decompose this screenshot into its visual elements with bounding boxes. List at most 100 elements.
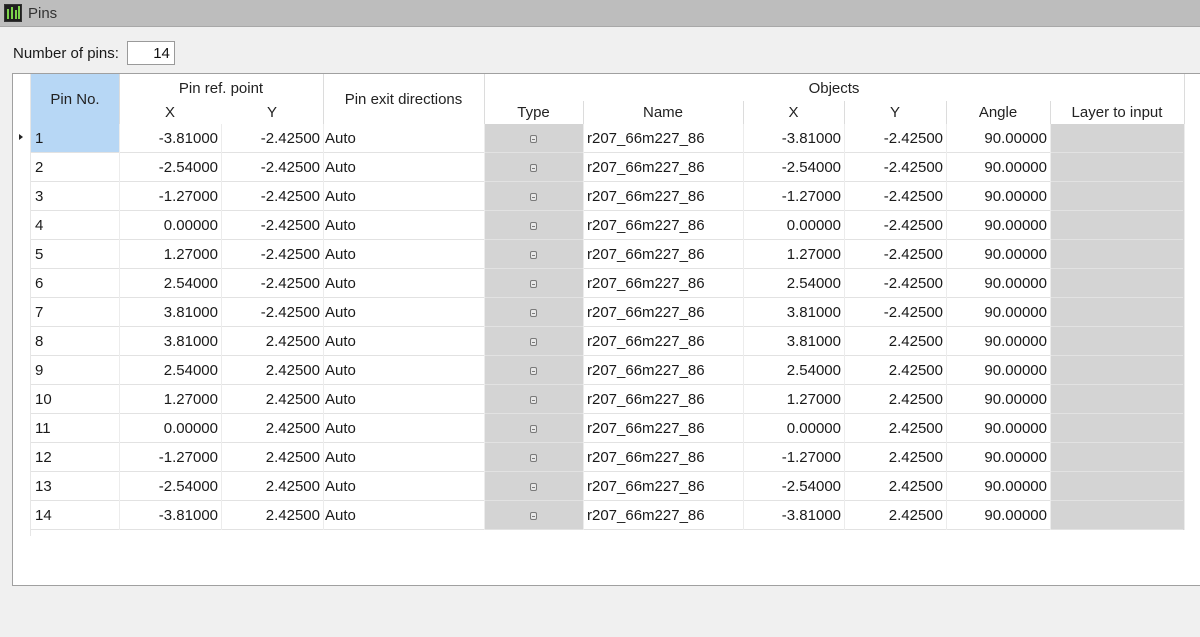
cell-angle[interactable]: 90.00000 (946, 211, 1050, 240)
cell-name[interactable]: r207_66m227_86 (583, 211, 743, 240)
cell-name[interactable]: r207_66m227_86 (583, 327, 743, 356)
cell-obj-y[interactable]: -2.42500 (844, 182, 946, 211)
cell-obj-x[interactable]: -2.54000 (743, 472, 844, 501)
cell-angle[interactable]: 90.00000 (946, 443, 1050, 472)
cell-exit-direction[interactable]: Auto (323, 356, 484, 385)
cell-obj-y[interactable]: 2.42500 (844, 414, 946, 443)
cell-exit-direction[interactable]: Auto (323, 211, 484, 240)
table-row[interactable]: 11 0.00000 2.42500 Auto r207_66m227_86 0.0000… (13, 414, 1200, 443)
cell-obj-x[interactable]: -1.27000 (743, 182, 844, 211)
cell-obj-y[interactable]: -2.42500 (844, 211, 946, 240)
cell-type[interactable] (484, 501, 583, 530)
cell-obj-y[interactable]: -2.42500 (844, 240, 946, 269)
pin-count-input[interactable] (126, 41, 175, 65)
cell-exit-direction[interactable]: Auto (323, 385, 484, 414)
cell-pin-no[interactable]: 2 (31, 153, 119, 182)
cell-obj-y[interactable]: 2.42500 (844, 327, 946, 356)
cell-pin-no[interactable]: 1 (31, 124, 119, 153)
cell-ref-x[interactable]: -3.81000 (119, 501, 221, 530)
table-row[interactable]: 10 1.27000 2.42500 Auto r207_66m227_86 1.2700… (13, 385, 1200, 414)
cell-ref-y[interactable]: -2.42500 (221, 269, 323, 298)
cell-ref-y[interactable]: -2.42500 (221, 240, 323, 269)
col-header-pin-no[interactable]: Pin No. (31, 74, 119, 124)
cell-obj-x[interactable]: -3.81000 (743, 124, 844, 153)
table-row[interactable]: 12 -1.27000 2.42500 Auto r207_66m227_86 -1.27… (13, 443, 1200, 472)
cell-type[interactable] (484, 385, 583, 414)
cell-name[interactable]: r207_66m227_86 (583, 385, 743, 414)
cell-obj-x[interactable]: -2.54000 (743, 153, 844, 182)
cell-layer-to-input[interactable] (1050, 327, 1184, 356)
cell-angle[interactable]: 90.00000 (946, 124, 1050, 153)
cell-ref-y[interactable]: -2.42500 (221, 153, 323, 182)
cell-exit-direction[interactable]: Auto (323, 414, 484, 443)
cell-ref-y[interactable]: -2.42500 (221, 298, 323, 327)
cell-pin-no[interactable]: 7 (31, 298, 119, 327)
cell-layer-to-input[interactable] (1050, 472, 1184, 501)
cell-angle[interactable]: 90.00000 (946, 327, 1050, 356)
cell-obj-y[interactable]: 2.42500 (844, 443, 946, 472)
cell-pin-no[interactable]: 6 (31, 269, 119, 298)
cell-exit-direction[interactable]: Auto (323, 472, 484, 501)
cell-name[interactable]: r207_66m227_86 (583, 472, 743, 501)
cell-layer-to-input[interactable] (1050, 124, 1184, 153)
cell-type[interactable] (484, 182, 583, 211)
table-row[interactable]: 7 3.81000 -2.42500 Auto r207_66m227_86 3.8100… (13, 298, 1200, 327)
pins-grid[interactable]: Pin No. Pin ref. point X Y Pin exit dire… (12, 73, 1200, 586)
cell-angle[interactable]: 90.00000 (946, 182, 1050, 211)
cell-obj-x[interactable]: 0.00000 (743, 414, 844, 443)
col-header-ref-x[interactable]: X (119, 101, 221, 124)
col-header-name[interactable]: Name (583, 101, 743, 124)
cell-ref-x[interactable]: -3.81000 (119, 124, 221, 153)
cell-type[interactable] (484, 472, 583, 501)
cell-obj-y[interactable]: 2.42500 (844, 356, 946, 385)
col-header-obj-x[interactable]: X (743, 101, 844, 124)
cell-obj-x[interactable]: 1.27000 (743, 385, 844, 414)
cell-obj-x[interactable]: -1.27000 (743, 443, 844, 472)
cell-pin-no[interactable]: 4 (31, 211, 119, 240)
cell-ref-y[interactable]: 2.42500 (221, 472, 323, 501)
cell-layer-to-input[interactable] (1050, 298, 1184, 327)
cell-pin-no[interactable]: 9 (31, 356, 119, 385)
table-row[interactable]: 2 -2.54000 -2.42500 Auto r207_66m227_86 -2.54… (13, 153, 1200, 182)
cell-obj-x[interactable]: 3.81000 (743, 327, 844, 356)
cell-type[interactable] (484, 298, 583, 327)
cell-ref-y[interactable]: -2.42500 (221, 182, 323, 211)
cell-obj-y[interactable]: 2.42500 (844, 385, 946, 414)
cell-pin-no[interactable]: 14 (31, 501, 119, 530)
cell-layer-to-input[interactable] (1050, 443, 1184, 472)
cell-angle[interactable]: 90.00000 (946, 269, 1050, 298)
cell-exit-direction[interactable]: Auto (323, 443, 484, 472)
cell-angle[interactable]: 90.00000 (946, 153, 1050, 182)
col-header-ref-y[interactable]: Y (221, 101, 323, 124)
cell-ref-x[interactable]: 3.81000 (119, 327, 221, 356)
cell-ref-x[interactable]: -1.27000 (119, 443, 221, 472)
cell-type[interactable] (484, 414, 583, 443)
cell-pin-no[interactable]: 10 (31, 385, 119, 414)
cell-layer-to-input[interactable] (1050, 240, 1184, 269)
cell-exit-direction[interactable]: Auto (323, 327, 484, 356)
cell-ref-y[interactable]: 2.42500 (221, 356, 323, 385)
cell-ref-x[interactable]: 3.81000 (119, 298, 221, 327)
cell-type[interactable] (484, 211, 583, 240)
cell-name[interactable]: r207_66m227_86 (583, 298, 743, 327)
cell-angle[interactable]: 90.00000 (946, 385, 1050, 414)
cell-layer-to-input[interactable] (1050, 385, 1184, 414)
cell-pin-no[interactable]: 11 (31, 414, 119, 443)
cell-type[interactable] (484, 240, 583, 269)
cell-pin-no[interactable]: 3 (31, 182, 119, 211)
cell-ref-x[interactable]: 0.00000 (119, 211, 221, 240)
table-row[interactable]: 9 2.54000 2.42500 Auto r207_66m227_86 2.54000… (13, 356, 1200, 385)
cell-name[interactable]: r207_66m227_86 (583, 240, 743, 269)
cell-name[interactable]: r207_66m227_86 (583, 414, 743, 443)
cell-ref-y[interactable]: -2.42500 (221, 211, 323, 240)
col-header-angle[interactable]: Angle (946, 101, 1050, 124)
cell-ref-y[interactable]: 2.42500 (221, 443, 323, 472)
cell-pin-no[interactable]: 8 (31, 327, 119, 356)
table-row[interactable]: 14 -3.81000 2.42500 Auto r207_66m227_86 -3.81… (13, 501, 1200, 530)
col-header-layer-to-input[interactable]: Layer to input (1050, 101, 1184, 124)
cell-exit-direction[interactable]: Auto (323, 240, 484, 269)
table-row[interactable]: 4 0.00000 -2.42500 Auto r207_66m227_86 0.0000… (13, 211, 1200, 240)
cell-obj-y[interactable]: 2.42500 (844, 472, 946, 501)
cell-pin-no[interactable]: 5 (31, 240, 119, 269)
cell-angle[interactable]: 90.00000 (946, 298, 1050, 327)
